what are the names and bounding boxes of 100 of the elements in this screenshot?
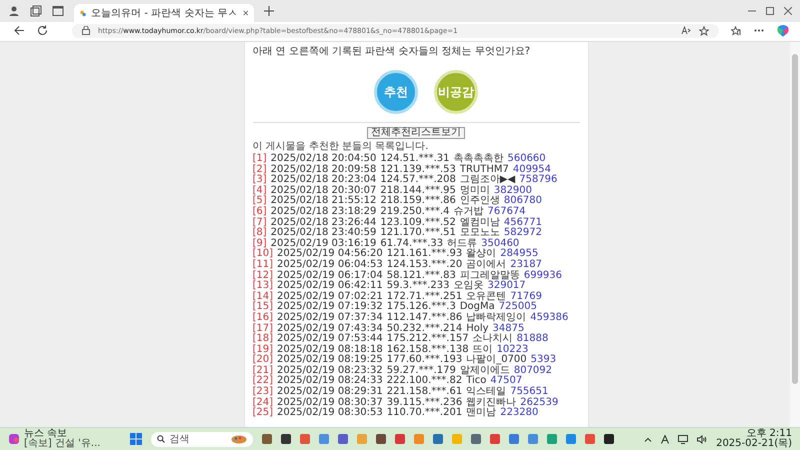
row-ip: 59.27.***.179 bbox=[386, 366, 456, 376]
row-time: 2025/02/19 07:43:34 bbox=[277, 324, 383, 334]
search-field[interactable]: 검색 bbox=[151, 432, 254, 446]
start-icon[interactable] bbox=[130, 433, 142, 445]
row-index: [23] bbox=[252, 387, 274, 398]
favorites-icon[interactable] bbox=[731, 26, 742, 36]
row-index: [3] bbox=[252, 175, 267, 186]
row-index: [25] bbox=[252, 408, 274, 419]
row-nickname: 오임옷 bbox=[453, 281, 484, 292]
row-time: 2025/02/19 07:37:34 bbox=[277, 312, 383, 324]
row-number: 456771 bbox=[504, 218, 542, 228]
close-icon[interactable] bbox=[242, 9, 248, 17]
row-nickname: 오유콘텐 bbox=[466, 292, 506, 302]
row-nickname: 허드류 bbox=[447, 238, 478, 249]
row-index: [4] bbox=[252, 186, 267, 196]
paint-palette-icon bbox=[231, 434, 248, 444]
row-time: 2025/02/19 07:02:21 bbox=[277, 292, 383, 302]
row-time: 2025/02/19 06:04:53 bbox=[277, 260, 383, 270]
row-time: 2025/02/18 20:23:04 bbox=[270, 175, 376, 186]
full-list-button[interactable]: 전체추천리스트보기 bbox=[367, 127, 465, 139]
row-ip: 39.115.***.236 bbox=[386, 398, 462, 408]
refresh-icon[interactable] bbox=[37, 25, 48, 36]
row-time: 2025/02/19 06:17:04 bbox=[277, 270, 383, 281]
new-tab-icon[interactable] bbox=[264, 6, 274, 16]
tabs-icon[interactable] bbox=[30, 5, 42, 17]
row-ip: 219.250.***.4 bbox=[380, 206, 450, 218]
row-index: [18] bbox=[252, 334, 274, 344]
row-ip: 218.144.***.95 bbox=[380, 186, 456, 196]
app-icon[interactable] bbox=[604, 434, 614, 444]
more-icon[interactable] bbox=[754, 29, 764, 32]
site-favicon-icon bbox=[80, 8, 86, 18]
row-index: [17] bbox=[252, 324, 274, 334]
row-ip: 124.57.***.208 bbox=[380, 175, 456, 186]
row-time: 2025/02/19 03:16:19 bbox=[270, 238, 376, 249]
row-index: [20] bbox=[252, 355, 274, 366]
row-ip: 175.212.***.157 bbox=[386, 334, 469, 344]
chevron-up-icon[interactable] bbox=[644, 436, 652, 442]
row-index: [11] bbox=[252, 260, 274, 270]
row-number: 5393 bbox=[530, 355, 556, 366]
row-index: [9] bbox=[252, 238, 267, 249]
copilot-icon[interactable] bbox=[776, 24, 790, 38]
row-time: 2025/02/18 23:40:59 bbox=[270, 228, 376, 238]
read-aloud-icon[interactable] bbox=[681, 26, 691, 35]
row-number: 582972 bbox=[504, 228, 542, 238]
list-caption: 이 게시물을 추천한 분들의 목록입니다. bbox=[252, 141, 430, 152]
row-nickname: TRUTHM7 bbox=[460, 164, 509, 175]
clock-time: 오후 2:11 bbox=[746, 429, 792, 439]
row-index: [16] bbox=[252, 312, 274, 323]
row-index: [22] bbox=[252, 376, 274, 386]
app-icon[interactable] bbox=[376, 434, 386, 444]
row-ip: 61.74.***.33 bbox=[380, 238, 444, 249]
row-time: 2025/02/19 08:23:32 bbox=[277, 366, 383, 376]
row-time: 2025/02/18 23:26:44 bbox=[270, 218, 376, 228]
row-time: 2025/02/18 20:04:50 bbox=[270, 154, 376, 164]
tab-title: 오늘의유머 - 파란색 숫자는 무ㅅ bbox=[91, 7, 238, 20]
row-number: 47507 bbox=[490, 376, 522, 386]
row-index: [24] bbox=[252, 398, 274, 408]
row-time: 2025/02/19 08:24:33 bbox=[277, 376, 383, 386]
row-index: [7] bbox=[252, 218, 267, 228]
row-ip: 58.121.***.83 bbox=[386, 270, 456, 281]
row-number: 350460 bbox=[481, 238, 520, 249]
app-icon[interactable] bbox=[281, 434, 292, 444]
row-ip: 221.158.***.61 bbox=[386, 387, 462, 398]
ime-icon[interactable] bbox=[661, 434, 670, 444]
row-index: [21] bbox=[252, 366, 274, 376]
row-number: 560660 bbox=[507, 154, 546, 164]
lock-icon bbox=[82, 26, 90, 35]
browser-tab[interactable]: 오늘의유머 - 파란색 숫자는 무ㅅ bbox=[74, 4, 254, 22]
row-time: 2025/02/18 23:18:29 bbox=[270, 206, 376, 218]
row-ip: 124.153.***.20 bbox=[386, 260, 462, 270]
sidebar-icon[interactable] bbox=[52, 5, 64, 17]
row-number: 382900 bbox=[494, 186, 532, 196]
row-time: 2025/02/19 08:19:25 bbox=[277, 355, 383, 366]
row-number: 767674 bbox=[487, 206, 526, 218]
row-ip: 110.70.***.201 bbox=[386, 408, 462, 419]
row-nickname: Tico bbox=[466, 376, 486, 386]
profile-icon[interactable] bbox=[8, 5, 20, 17]
speaker-icon[interactable] bbox=[697, 434, 708, 444]
row-number: 806780 bbox=[504, 196, 542, 206]
row-number: 725005 bbox=[498, 302, 537, 312]
search-icon bbox=[157, 435, 166, 443]
row-index: [1] bbox=[252, 154, 267, 164]
scrollbar[interactable] bbox=[790, 42, 800, 427]
row-nickname: 납빠락제잉이 bbox=[466, 312, 526, 323]
row-index: [13] bbox=[252, 281, 274, 292]
row-ip: 124.51.***.31 bbox=[380, 154, 450, 164]
close-window-icon[interactable] bbox=[784, 7, 792, 15]
row-index: [6] bbox=[252, 206, 267, 217]
row-ip: 121.161.***.93 bbox=[386, 249, 462, 260]
maximize-icon[interactable] bbox=[766, 7, 774, 15]
row-ip: 121.139.***.53 bbox=[380, 164, 456, 175]
row-number: 23187 bbox=[510, 260, 542, 270]
row-ip: 162.158.***.138 bbox=[386, 344, 469, 355]
star-icon[interactable] bbox=[699, 26, 709, 36]
row-index: [15] bbox=[252, 302, 274, 312]
row-index: [8] bbox=[252, 228, 267, 238]
row-number: 262539 bbox=[520, 398, 558, 408]
news-widget[interactable]: 뉴스 속보 [속보] 건설 '유... bbox=[8, 429, 100, 449]
row-nickname: 뜨이 bbox=[472, 344, 493, 355]
back-arrow-icon[interactable] bbox=[14, 25, 25, 36]
